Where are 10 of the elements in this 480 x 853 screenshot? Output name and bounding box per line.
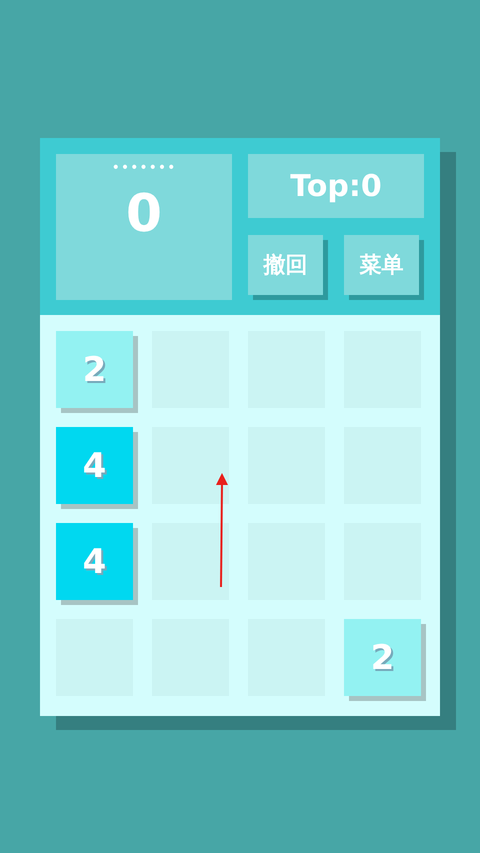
swipe-arrow-icon bbox=[215, 473, 229, 589]
menu-button[interactable]: 菜单 bbox=[344, 235, 419, 295]
score-value: 0 bbox=[126, 184, 162, 244]
number-tile: 4 bbox=[56, 523, 133, 600]
number-tile: 2 bbox=[344, 619, 421, 696]
number-tile: 2 bbox=[56, 331, 133, 408]
number-tile: 4 bbox=[56, 427, 133, 504]
menu-button[interactable]: 撤回 bbox=[248, 235, 323, 295]
score-dots: ••••••• bbox=[112, 160, 176, 176]
best-score: Top:0 bbox=[248, 154, 424, 218]
